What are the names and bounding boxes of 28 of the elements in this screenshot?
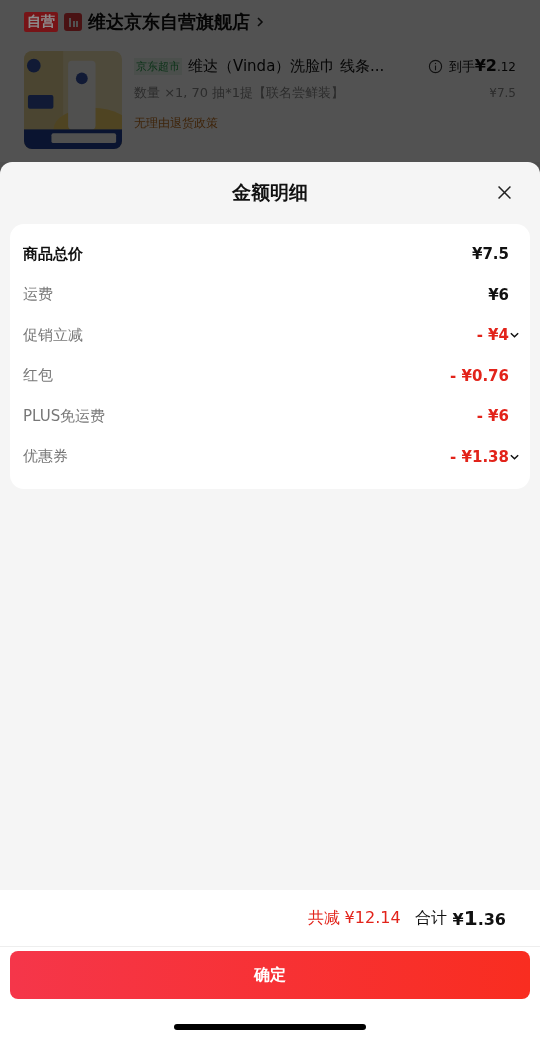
fee-label: 商品总价 [23, 244, 83, 264]
store-name[interactable]: 维达京东自营旗舰店 [88, 10, 250, 34]
product-title[interactable]: 维达（Vinda）洗脸巾 线条... [188, 56, 422, 76]
chevron-down-icon[interactable] [509, 331, 520, 340]
info-icon[interactable] [427, 58, 443, 74]
sheet-title: 金额明细 [232, 180, 308, 205]
fee-amount: ¥7.5 [472, 245, 509, 264]
close-icon[interactable] [496, 184, 513, 201]
fee-amount: - ¥0.76 [450, 366, 509, 385]
shop-logo-icon [64, 13, 82, 31]
fee-label: PLUS免运费 [23, 406, 106, 426]
chevron-right-icon[interactable] [256, 16, 264, 28]
fee-amount: - ¥1.38 [450, 447, 509, 466]
fee-label: 运费 [23, 285, 53, 305]
fee-amount: ¥6 [488, 285, 509, 304]
fee-label: 红包 [23, 366, 53, 386]
fee-label: 优惠券 [23, 447, 68, 467]
chevron-down-icon[interactable] [509, 452, 520, 461]
confirm-button[interactable]: 确定 [10, 951, 530, 999]
total-savings: 共减 ¥12.14 [307, 907, 401, 929]
final-price: 到手¥2.12 [448, 56, 516, 76]
self-operated-badge: 自营 [24, 12, 58, 32]
return-policy: 无理由退货政策 [134, 115, 219, 132]
total-label: 合计 [414, 907, 447, 929]
fee-label: 促销立减 [23, 325, 83, 345]
fee-amount: - ¥4 [476, 326, 509, 345]
total-amount: ¥1.36 [452, 906, 506, 930]
fee-amount: - ¥6 [476, 407, 509, 426]
